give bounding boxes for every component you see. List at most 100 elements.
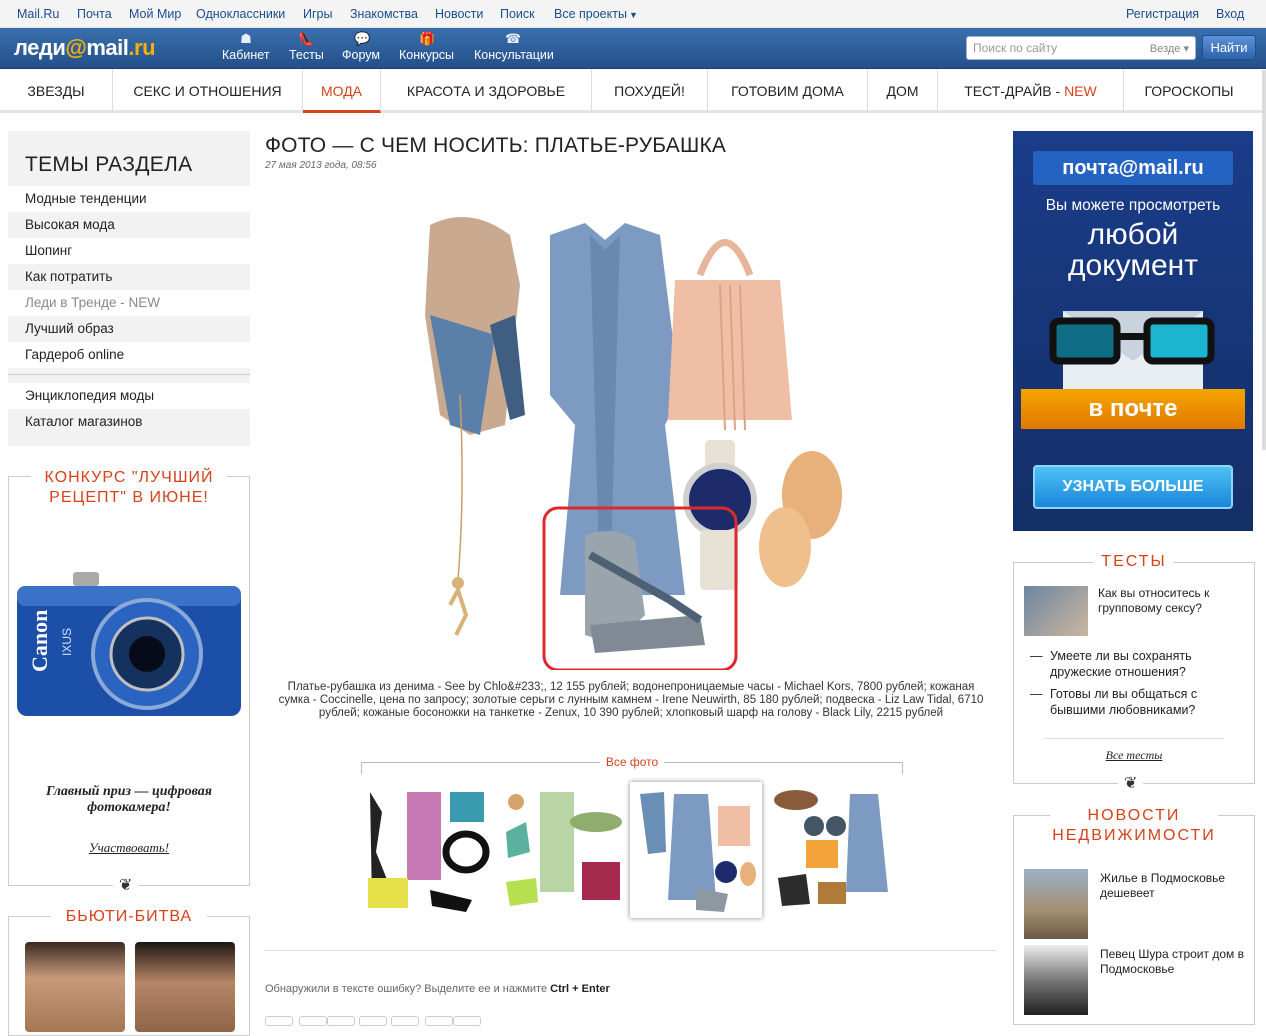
forum-link[interactable]: Форум [342,48,380,62]
link-mailru[interactable]: Mail.Ru [17,7,59,21]
gallery-thumb-4[interactable] [766,782,898,918]
page-scrollbar[interactable] [1262,70,1266,450]
envelope-glasses-icon [1049,311,1215,391]
test-featured-link[interactable]: Как вы относитесь к групповому сексу? [1098,586,1238,616]
all-tests-link[interactable]: Все тесты [1014,748,1254,763]
topic-trend-ladies[interactable]: Леди в Тренде - NEW [8,290,250,316]
divider [265,950,997,951]
ad-line-1: Вы можете просмотреть [1045,197,1221,214]
search-button[interactable]: Найти [1202,35,1256,60]
tests-box: ТЕСТЫ Как вы относитесь к групповому сек… [1013,553,1255,793]
search-placeholder: Поиск по сайту [973,41,1058,55]
camera-model-text: IXUS [60,628,74,656]
chevron-down-icon: ▼ [629,10,638,20]
link-news[interactable]: Новости [435,7,483,21]
ad-learn-more-button[interactable]: УЗНАТЬ БОЛЬШЕ [1033,465,1233,509]
contestant-photo-left[interactable] [25,942,125,1032]
topic-best-look[interactable]: Лучший образ [8,316,250,342]
test-link[interactable]: Умеете ли вы сохранять дружеские отношен… [1030,648,1240,680]
realty-news-link[interactable]: Певец Шура строит дом в Подмосковье [1100,947,1250,977]
search-input[interactable]: Поиск по сайту Везде ▾ [966,36,1196,60]
share-button[interactable] [327,1016,355,1026]
share-button[interactable] [265,1016,293,1026]
contests-link[interactable]: Конкурсы [399,48,454,62]
ad-line-2: любой документ [1068,218,1198,282]
search-scope-select[interactable]: Везде ▾ [1150,42,1189,55]
realty-news-image[interactable] [1024,869,1088,939]
realty-title[interactable]: НОВОСТИ НЕДВИЖИМОСТИ [1014,806,1254,846]
test-link[interactable]: Готовы ли вы общаться с бывшими любовник… [1030,686,1240,718]
contest-box: КОНКУРС "ЛУЧШИЙ РЕЦЕПТ" В ИЮНЕ! Canon IXU… [8,469,250,895]
link-pochta[interactable]: Почта [77,7,112,21]
share-button[interactable] [299,1016,327,1026]
nav-diet[interactable]: ПОХУДЕЙ! [592,69,708,113]
link-search[interactable]: Поиск [500,7,535,21]
topic-catalog[interactable]: Каталог магазинов [8,409,250,435]
nav-stars[interactable]: ЗВЕЗДЫ [0,69,113,113]
link-moy-mir[interactable]: Мой Мир [129,7,181,21]
camera-brand-text: Canon [27,610,52,672]
contest-prize: Главный приз — цифровая фотокамера! [46,784,212,815]
nav-home[interactable]: ДОМ [868,69,938,113]
ornament-icon: ❦ [1118,773,1144,793]
share-button[interactable] [359,1016,387,1026]
share-button[interactable] [453,1016,481,1026]
topic-shopping[interactable]: Шопинг [8,238,250,264]
ornament-icon: ❦ [113,875,139,895]
topic-wardrobe[interactable]: Гардероб online [8,342,250,368]
contestant-photo-right[interactable] [135,942,235,1032]
article-caption: Платье-рубашка из денима - See by Chlo&#… [278,681,984,719]
tests-link[interactable]: Тесты [289,48,324,62]
topic-encyclopedia[interactable]: Энциклопедия моды [8,383,250,409]
nav-horoscopes[interactable]: ГОРОСКОПЫ [1124,69,1254,113]
contest-join-link[interactable]: Участвовать! [9,840,249,856]
ad-ribbon: в почте [1021,389,1245,429]
nav-sex[interactable]: СЕКС И ОТНОШЕНИЯ [113,69,303,113]
camera-image[interactable]: Canon IXUS [13,568,245,728]
top-links-bar: Mail.Ru Почта Мой Мир Одноклассники Игры… [0,0,1266,28]
consultations-link[interactable]: Консультации [474,48,554,62]
mail-ad-banner[interactable]: почта@mail.ru Вы можете просмотреть любо… [1013,131,1253,531]
article-date: 27 мая 2013 года, 08:56 [265,160,377,171]
site-logo[interactable]: леди@mail.ru [14,35,156,61]
nav-beauty[interactable]: КРАСОТА И ЗДОРОВЬЕ [381,69,592,113]
topic-spend[interactable]: Как потратить [8,264,250,290]
shoe-icon: 👠 [298,31,315,46]
forum-icon: 💬 [354,31,371,46]
share-button[interactable] [391,1016,419,1026]
gallery-thumb-1[interactable] [362,782,494,918]
realty-news-image[interactable] [1024,945,1088,1015]
user-icon: ☗ [240,31,252,46]
gallery-thumb-2[interactable] [496,782,628,918]
typo-report-note: Обнаружили в тексте ошибку? Выделите ее … [265,983,610,995]
realty-news-link[interactable]: Жилье в Подмосковье дешевеет [1100,871,1250,901]
article-title: ФОТО — С ЧЕМ НОСИТЬ: ПЛАТЬЕ-РУБАШКА [265,134,727,157]
beauty-battle-box: БЬЮТИ-БИТВА [8,908,250,1036]
link-dating[interactable]: Знакомства [350,7,418,21]
link-odnoklassniki[interactable]: Одноклассники [196,7,285,21]
contest-title[interactable]: КОНКУРС "ЛУЧШИЙ РЕЦЕПТ" В ИЮНЕ! [9,468,249,508]
section-topics-title: ТЕМЫ РАЗДЕЛА [25,153,193,176]
all-photos-frame: Все фото [361,755,903,774]
topic-haute-couture[interactable]: Высокая мода [8,212,250,238]
link-all-projects[interactable]: Все проекты [554,7,627,21]
section-topics: ТЕМЫ РАЗДЕЛА Модные тенденции Высокая мо… [8,131,250,446]
link-games[interactable]: Игры [303,7,332,21]
site-header: леди@mail.ru ☗ Кабинет 👠 Тесты 💬 Форум 🎁… [0,28,1266,69]
register-link[interactable]: Регистрация [1126,7,1199,21]
main-nav: ЗВЕЗДЫ СЕКС И ОТНОШЕНИЯ МОДА КРАСОТА И З… [0,69,1266,113]
gift-icon: 🎁 [419,31,436,46]
gallery-thumb-3-selected[interactable] [630,782,762,918]
nav-testdrive[interactable]: ТЕСТ-ДРАЙВ - NEW [938,69,1124,113]
tests-title[interactable]: ТЕСТЫ [1014,553,1254,571]
login-link[interactable]: Вход [1216,7,1244,21]
beauty-battle-title[interactable]: БЬЮТИ-БИТВА [9,908,249,926]
topic-trends[interactable]: Модные тенденции [8,186,250,212]
cabinet-link[interactable]: Кабинет [222,48,270,62]
share-button[interactable] [425,1016,453,1026]
nav-fashion[interactable]: МОДА [303,69,381,113]
outfit-main-image[interactable] [400,195,860,670]
all-photos-link[interactable]: Все фото [599,755,665,769]
test-thumb-image[interactable] [1024,586,1088,636]
nav-cooking[interactable]: ГОТОВИМ ДОМА [708,69,868,113]
